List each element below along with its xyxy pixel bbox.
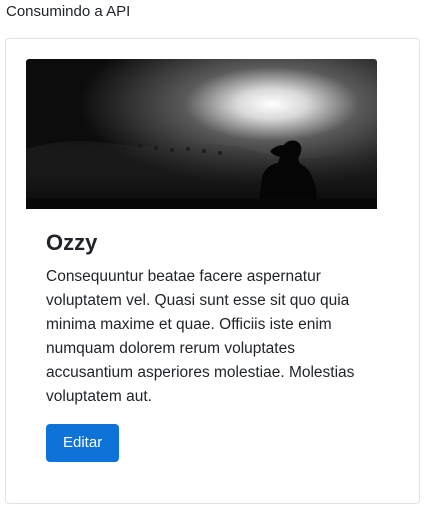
card: Ozzy Consequuntur beatae facere aspernat… [26,59,377,462]
card-container: Ozzy Consequuntur beatae facere aspernat… [5,38,420,504]
page-heading: Consumindo a API [6,3,131,20]
card-image [26,59,377,209]
card-body: Ozzy Consequuntur beatae facere aspernat… [26,209,377,462]
page: Consumindo a API Ozzy Consequuntur beata… [0,0,435,515]
card-text: Consequuntur beatae facere aspernatur vo… [46,268,355,405]
card-title: Ozzy [46,230,98,255]
edit-button[interactable]: Editar [46,424,120,462]
